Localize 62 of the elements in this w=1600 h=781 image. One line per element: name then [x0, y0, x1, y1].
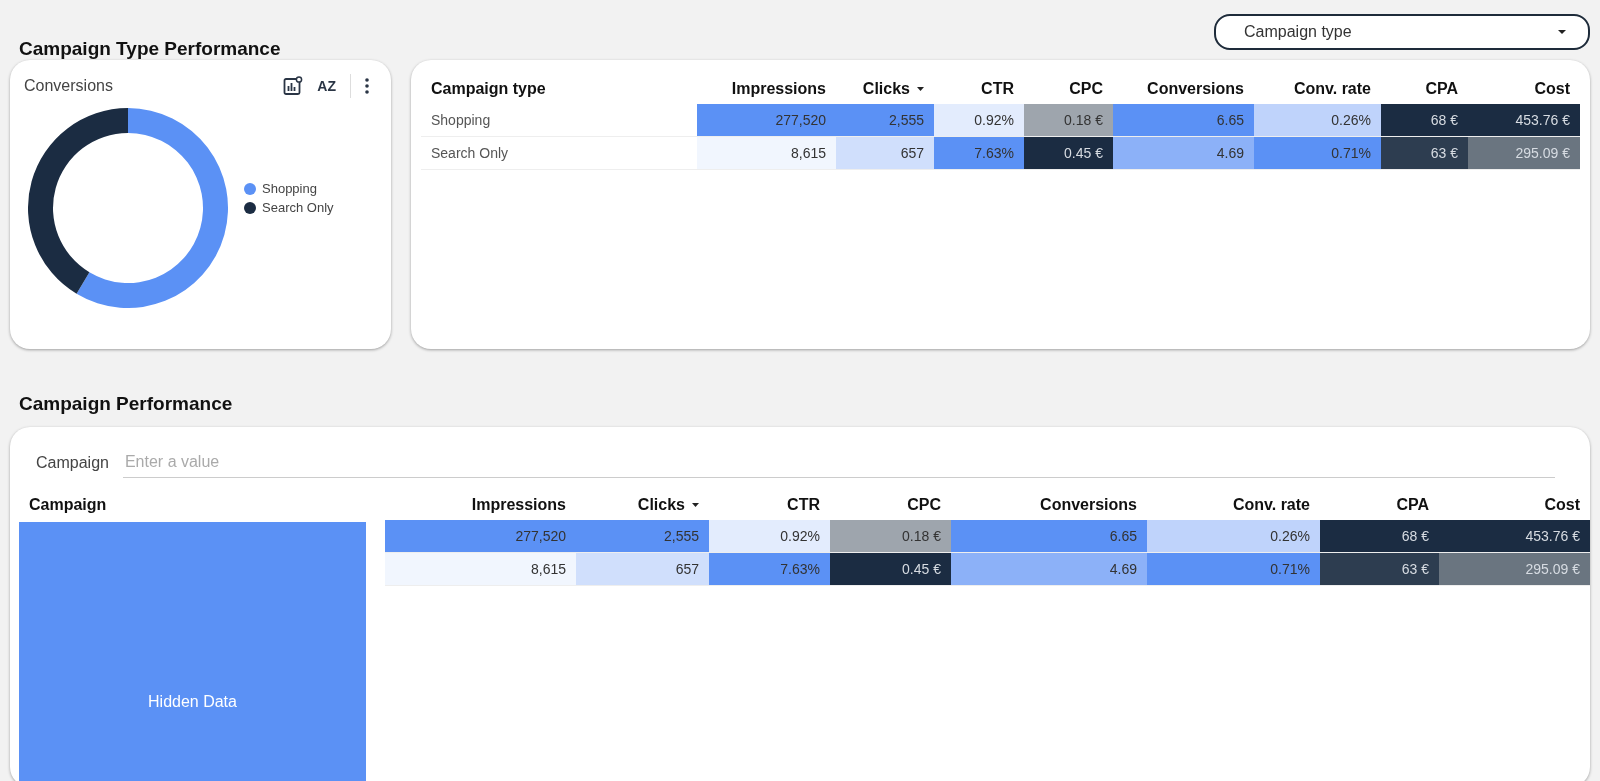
- table-cell: 0.71%: [1254, 137, 1381, 169]
- table-cell: 63 €: [1320, 553, 1439, 585]
- table-cell: 277,520: [385, 520, 576, 552]
- column-header[interactable]: Campaign: [19, 490, 366, 520]
- table-cell: 295.09 €: [1439, 553, 1590, 585]
- table-cell: 0.26%: [1254, 104, 1381, 136]
- column-header[interactable]: Conv. rate: [1147, 490, 1320, 520]
- table-cell: 0.45 €: [1024, 137, 1113, 169]
- table-cell: 6.65: [1113, 104, 1254, 136]
- table-cell: 0.18 €: [1024, 104, 1113, 136]
- campaign-type-dropdown[interactable]: Campaign type: [1214, 14, 1590, 50]
- column-header[interactable]: CTR: [934, 74, 1024, 104]
- section-title: Campaign Performance: [19, 393, 234, 415]
- chart-settings-icon[interactable]: [283, 76, 304, 96]
- column-header[interactable]: Clicks: [576, 490, 709, 520]
- chart-title: Conversions: [24, 77, 113, 95]
- table-cell: 0.92%: [934, 104, 1024, 136]
- caret-icon: [1558, 30, 1566, 34]
- table-cell: 68 €: [1381, 104, 1468, 136]
- legend-label: Search Only: [262, 200, 334, 215]
- column-header[interactable]: CPC: [830, 490, 951, 520]
- column-header[interactable]: Cost: [1439, 490, 1590, 520]
- table-cell: 0.26%: [1147, 520, 1320, 552]
- table-cell: 68 €: [1320, 520, 1439, 552]
- table-cell: 0.45 €: [830, 553, 951, 585]
- column-header[interactable]: Impressions: [385, 490, 576, 520]
- sort-button[interactable]: AZ: [317, 78, 336, 94]
- column-header[interactable]: Impressions: [697, 74, 836, 104]
- table-cell: 657: [836, 137, 934, 169]
- table-cell: 277,520: [697, 104, 836, 136]
- table-cell: 7.63%: [709, 553, 830, 585]
- column-header[interactable]: Conversions: [1113, 74, 1254, 104]
- column-header[interactable]: CPC: [1024, 74, 1113, 104]
- table-cell: 0.92%: [709, 520, 830, 552]
- column-header[interactable]: Campaign type: [421, 74, 697, 104]
- column-header[interactable]: CPA: [1320, 490, 1439, 520]
- table-cell: 453.76 €: [1439, 520, 1590, 552]
- legend-label: Shopping: [262, 181, 317, 196]
- table-cell: 0.18 €: [830, 520, 951, 552]
- filter-label: Campaign: [36, 453, 109, 472]
- table-cell: 8,615: [697, 137, 836, 169]
- column-header[interactable]: Clicks: [836, 74, 934, 104]
- table-cell: 2,555: [836, 104, 934, 136]
- column-header[interactable]: Cost: [1468, 74, 1580, 104]
- table-cell: 4.69: [951, 553, 1147, 585]
- hidden-data-block: Hidden Data: [19, 522, 366, 781]
- table-cell: 657: [576, 553, 709, 585]
- more-options-icon[interactable]: [365, 78, 369, 94]
- table-cell: 0.71%: [1147, 553, 1320, 585]
- column-header[interactable]: Conv. rate: [1254, 74, 1381, 104]
- column-header[interactable]: CPA: [1381, 74, 1468, 104]
- table-cell: 7.63%: [934, 137, 1024, 169]
- table-cell: 453.76 €: [1468, 104, 1580, 136]
- table-cell: 2,555: [576, 520, 709, 552]
- table-cell: 4.69: [1113, 137, 1254, 169]
- column-header[interactable]: Conversions: [951, 490, 1147, 520]
- table-cell: 295.09 €: [1468, 137, 1580, 169]
- table-cell: 6.65: [951, 520, 1147, 552]
- column-header[interactable]: CTR: [709, 490, 830, 520]
- section-title: Campaign Type Performance: [19, 38, 281, 60]
- table-cell: 63 €: [1381, 137, 1468, 169]
- table-cell: 8,615: [385, 553, 576, 585]
